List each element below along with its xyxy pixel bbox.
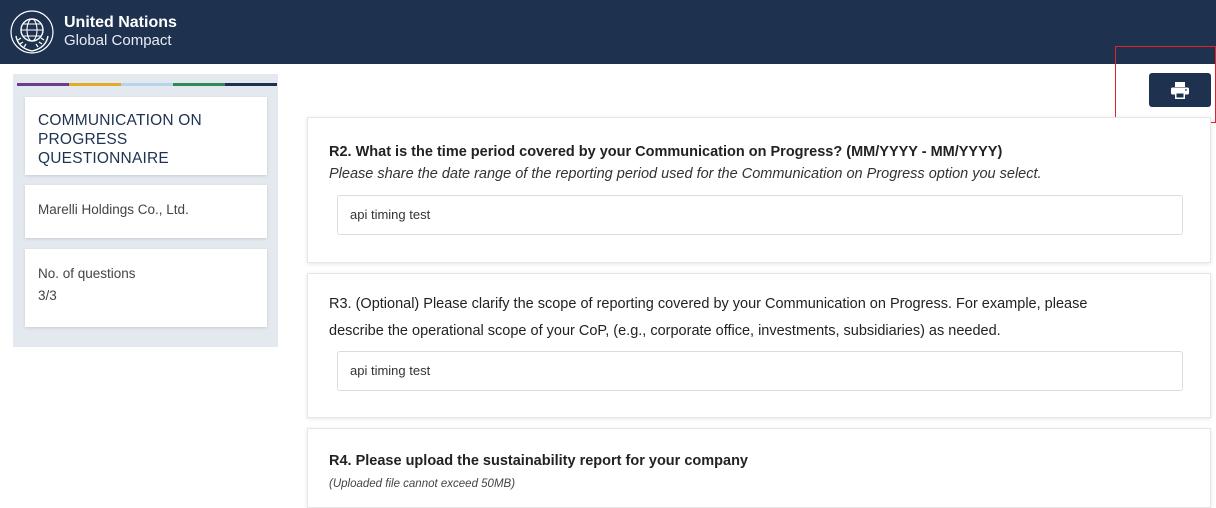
question-card-r3: R3. (Optional) Please clarify the scope …: [307, 273, 1211, 418]
question-count-card: No. of questions 3/3: [25, 249, 267, 327]
stripe-segment: [17, 83, 69, 86]
top-navigation-bar: United Nations Global Compact: [0, 0, 1216, 64]
answer-field[interactable]: api timing test: [337, 351, 1183, 391]
stripe-segment: [121, 83, 173, 86]
stripe-segment: [69, 83, 121, 86]
print-button[interactable]: [1149, 73, 1211, 107]
question-count-value: 3/3: [38, 288, 57, 303]
company-card: Marelli Holdings Co., Ltd.: [25, 185, 267, 238]
brand-name[interactable]: United Nations Global Compact: [64, 14, 177, 49]
upload-size-note: (Uploaded file cannot exceed 50MB): [329, 478, 516, 490]
un-global-compact-logo-icon[interactable]: [6, 6, 58, 58]
brand-line-1: United Nations: [64, 14, 177, 31]
brand-line-2: Global Compact: [64, 32, 172, 49]
question-count-label: No. of questions: [38, 266, 136, 281]
stripe-segment: [225, 83, 277, 86]
company-name: Marelli Holdings Co., Ltd.: [38, 202, 189, 217]
printer-icon: [1171, 81, 1189, 99]
question-subtitle: Please share the date range of the repor…: [329, 166, 1042, 182]
answer-field[interactable]: api timing test: [337, 195, 1183, 235]
questionnaire-title: COMMUNICATION ON PROGRESS QUESTIONNAIRE: [38, 112, 202, 167]
color-stripe: [17, 83, 277, 86]
question-card-r2: R2. What is the time period covered by y…: [307, 117, 1211, 263]
question-title: R4. Please upload the sustainability rep…: [329, 453, 748, 469]
question-card-r4: R4. Please upload the sustainability rep…: [307, 428, 1211, 508]
question-title-line-1: R3. (Optional) Please clarify the scope …: [329, 296, 1088, 312]
stripe-segment: [173, 83, 225, 86]
question-title: R2. What is the time period covered by y…: [329, 144, 1003, 160]
questionnaire-title-card: COMMUNICATION ON PROGRESS QUESTIONNAIRE: [25, 97, 267, 175]
question-title-line-2: describe the operational scope of your C…: [329, 323, 1001, 339]
